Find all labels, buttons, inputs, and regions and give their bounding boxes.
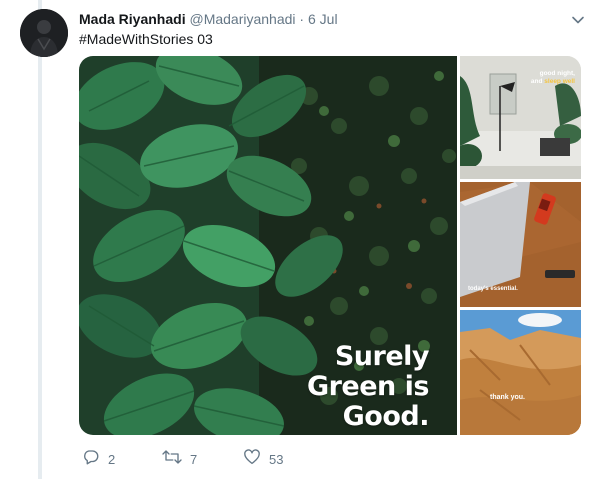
caption-line-1: Surely xyxy=(334,341,430,372)
thread-line xyxy=(38,0,42,479)
reply-button[interactable]: 2 xyxy=(82,449,115,469)
media-side-image-1[interactable]: good night, and sleep well xyxy=(460,56,581,179)
retweet-icon xyxy=(162,448,182,471)
avatar[interactable] xyxy=(20,9,68,57)
media-main-image[interactable]: Surely Green is Good. xyxy=(79,56,457,435)
media-grid: Surely Green is Good. good night, and sl… xyxy=(79,56,581,435)
reply-icon xyxy=(82,448,100,471)
like-button[interactable]: 53 xyxy=(243,448,284,471)
retweet-count: 7 xyxy=(190,451,198,467)
side-image-1-caption: good night, and sleep well xyxy=(531,70,575,86)
caption-line-3: Good. xyxy=(342,401,430,432)
tweet-actions: 2 7 53 xyxy=(79,448,379,471)
main-image-caption: Surely Green is Good. xyxy=(306,341,430,432)
tweet-timestamp[interactable]: 6 Jul xyxy=(308,11,338,27)
caption-line-2: Green is xyxy=(306,371,430,402)
side-image-2-caption: today's essential. xyxy=(468,286,518,292)
side-image-3-caption: thank you. xyxy=(490,394,526,401)
side1-line-2-b: sleep well xyxy=(544,78,575,85)
avatar-image xyxy=(20,9,68,57)
tweet-header: Mada Riyanhadi @Madariyanhadi · 6 Jul xyxy=(79,10,338,28)
side1-line-2-a: and xyxy=(530,78,545,85)
like-count: 53 xyxy=(269,451,284,467)
display-name[interactable]: Mada Riyanhadi xyxy=(79,11,186,27)
separator-dot: · xyxy=(299,11,305,27)
media-side-image-3[interactable]: thank you. xyxy=(460,310,581,435)
side1-line-2: and sleep well xyxy=(531,78,575,86)
tweet-text: #MadeWithStories 03 xyxy=(79,31,213,47)
canyon-image xyxy=(460,310,581,435)
media-side-image-2[interactable]: today's essential. xyxy=(460,182,581,307)
chevron-down-icon[interactable] xyxy=(570,12,586,28)
retweet-button[interactable]: 7 xyxy=(162,449,197,469)
side1-line-1: good night, xyxy=(539,70,575,77)
user-handle[interactable]: @Madariyanhadi xyxy=(189,11,295,27)
reply-count: 2 xyxy=(108,451,116,467)
heart-icon xyxy=(243,448,261,471)
